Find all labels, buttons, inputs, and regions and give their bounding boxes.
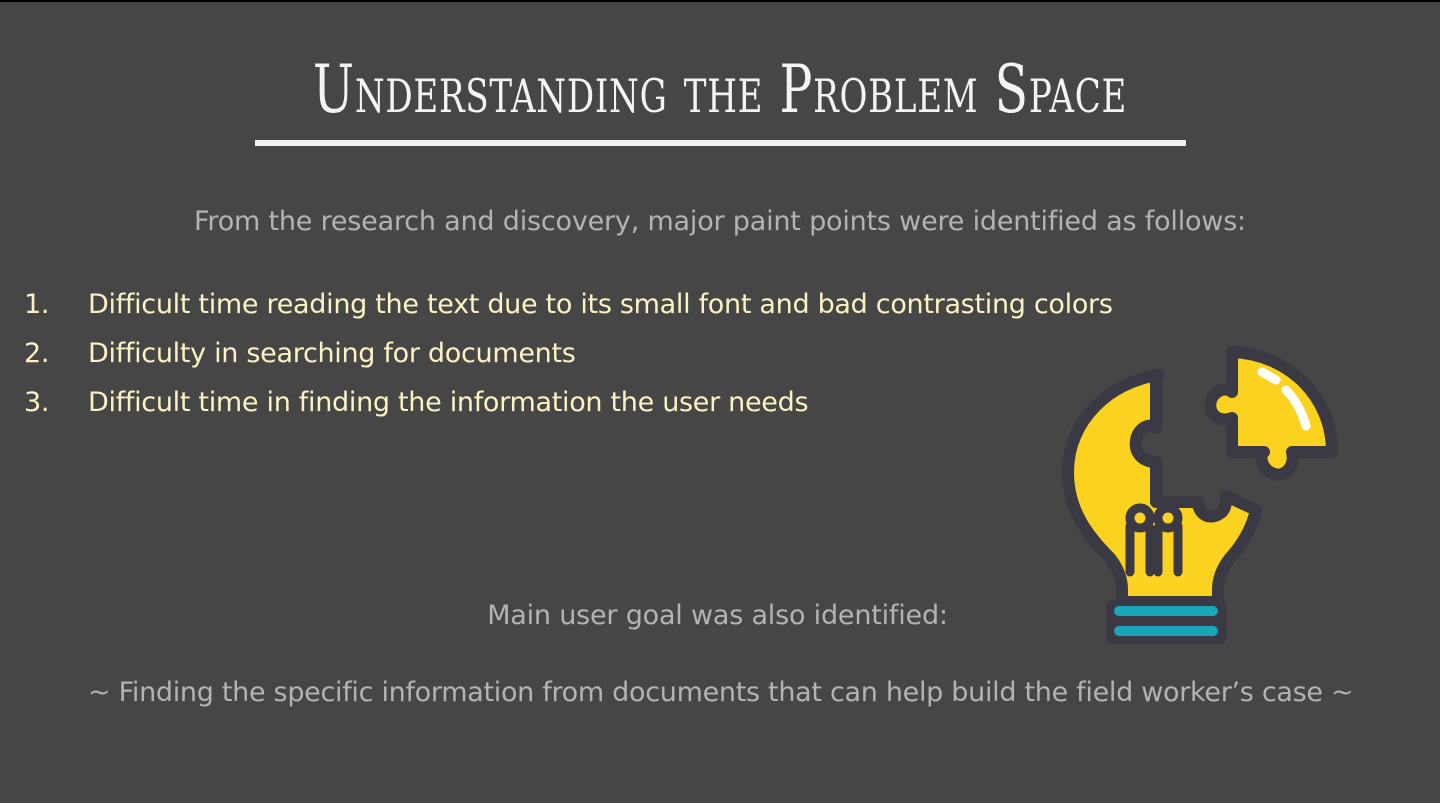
title-underline: [255, 140, 1186, 146]
goal-heading: Main user goal was also identified:: [487, 600, 948, 631]
intro-text: From the research and discovery, major p…: [194, 206, 1246, 237]
list-item-text: Difficult time in finding the informatio…: [88, 387, 809, 418]
list-item-number: 2.: [24, 338, 50, 369]
puzzle-piece: [1204, 346, 1338, 481]
list-item-text: Difficulty in searching for documents: [88, 338, 576, 369]
list-item-number: 3.: [24, 387, 50, 418]
slide: Understanding the Problem Space From the…: [0, 2, 1440, 803]
list-item-text: Difficult time reading the text due to i…: [88, 289, 1113, 320]
slide-title: Understanding the Problem Space: [312, 51, 1128, 128]
goal-statement: ~ Finding the specific information from …: [88, 677, 1354, 708]
list-item-number: 1.: [24, 289, 50, 320]
